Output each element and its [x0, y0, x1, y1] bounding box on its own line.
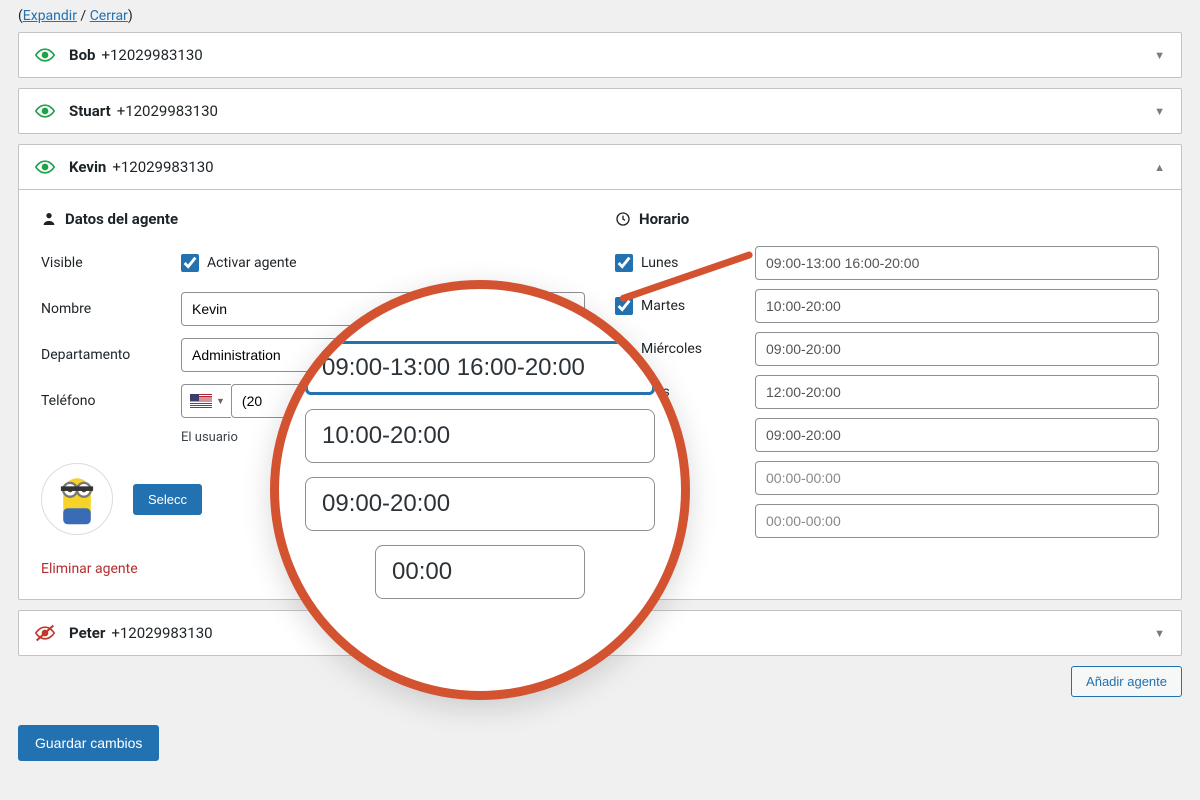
label-activate-agent: Activar agente	[207, 255, 297, 271]
expand-all-link[interactable]: Expandir	[23, 8, 77, 24]
eye-icon	[35, 45, 55, 65]
avatar	[41, 463, 113, 535]
chevron-down-icon: ▼	[1154, 627, 1165, 640]
avatar-minion-icon	[54, 469, 100, 529]
label-phone: Teléfono	[41, 393, 181, 409]
agent-name: Kevin	[69, 158, 106, 176]
input-miercoles[interactable]	[755, 332, 1159, 366]
chevron-down-icon: ▼	[1154, 105, 1165, 118]
input-martes[interactable]	[755, 289, 1159, 323]
input-lunes[interactable]	[755, 246, 1159, 280]
save-changes-button[interactable]: Guardar cambios	[18, 725, 159, 761]
clock-icon	[615, 211, 631, 227]
agent-header-kevin[interactable]: Kevin +12029983130 ▲	[19, 145, 1181, 189]
agent-phone: +12029983130	[112, 158, 213, 176]
magnified-input-2	[305, 409, 655, 463]
eye-icon	[35, 101, 55, 121]
agent-header-stuart[interactable]: Stuart +12029983130 ▼	[19, 89, 1181, 133]
agent-name: Stuart	[69, 102, 111, 120]
agent-panel-stuart: Stuart +12029983130 ▼	[18, 88, 1182, 134]
magnifier-overlay	[270, 280, 690, 700]
chevron-down-icon: ▼	[1154, 49, 1165, 62]
delete-agent-link[interactable]: Eliminar agente	[41, 561, 138, 577]
input-sabado[interactable]	[755, 461, 1159, 495]
eye-icon	[35, 157, 55, 177]
agent-phone: +12029983130	[101, 46, 202, 64]
chevron-up-icon: ▲	[1154, 161, 1165, 174]
add-agent-button[interactable]: Añadir agente	[1071, 666, 1182, 697]
schedule-column: Horario Lunes Martes Miércoles eves es	[615, 210, 1159, 577]
checkbox-activate-agent[interactable]	[181, 254, 199, 272]
flag-us-icon	[190, 394, 212, 408]
input-domingo[interactable]	[755, 504, 1159, 538]
agent-name: Bob	[69, 46, 95, 64]
schedule-row-domingo: go	[615, 504, 1159, 538]
agent-header-bob[interactable]: Bob +12029983130 ▼	[19, 33, 1181, 77]
agent-name: Peter	[69, 624, 105, 642]
magnified-input-4	[375, 545, 585, 599]
schedule-row-sabado: o	[615, 461, 1159, 495]
schedule-row-viernes: es	[615, 418, 1159, 452]
label-name: Nombre	[41, 301, 181, 317]
label-department: Departamento	[41, 347, 181, 363]
checkbox-lunes[interactable]	[615, 254, 633, 272]
schedule-row-jueves: eves	[615, 375, 1159, 409]
day-label: Martes	[641, 298, 685, 314]
country-flag-select[interactable]: ▼	[181, 384, 231, 418]
day-label: Lunes	[641, 255, 678, 271]
caret-down-icon: ▼	[216, 396, 225, 407]
input-jueves[interactable]	[755, 375, 1159, 409]
agent-phone: +12029983130	[117, 102, 218, 120]
select-avatar-button[interactable]: Selecc	[133, 484, 202, 515]
collapse-all-link[interactable]: Cerrar	[90, 8, 128, 24]
expand-collapse-controls: (Expandir / Cerrar)	[18, 8, 1182, 24]
section-title-agent-data: Datos del agente	[41, 210, 585, 228]
schedule-row-miercoles: Miércoles	[615, 332, 1159, 366]
magnified-input-1	[305, 341, 655, 395]
eye-off-icon	[35, 623, 55, 643]
input-viernes[interactable]	[755, 418, 1159, 452]
schedule-row-martes: Martes	[615, 289, 1159, 323]
section-title-schedule: Horario	[615, 210, 1159, 228]
day-label: Miércoles	[641, 341, 702, 357]
label-visible: Visible	[41, 255, 181, 271]
agent-panel-bob: Bob +12029983130 ▼	[18, 32, 1182, 78]
magnified-input-3	[305, 477, 655, 531]
person-icon	[41, 211, 57, 227]
agent-phone: +12029983130	[111, 624, 212, 642]
